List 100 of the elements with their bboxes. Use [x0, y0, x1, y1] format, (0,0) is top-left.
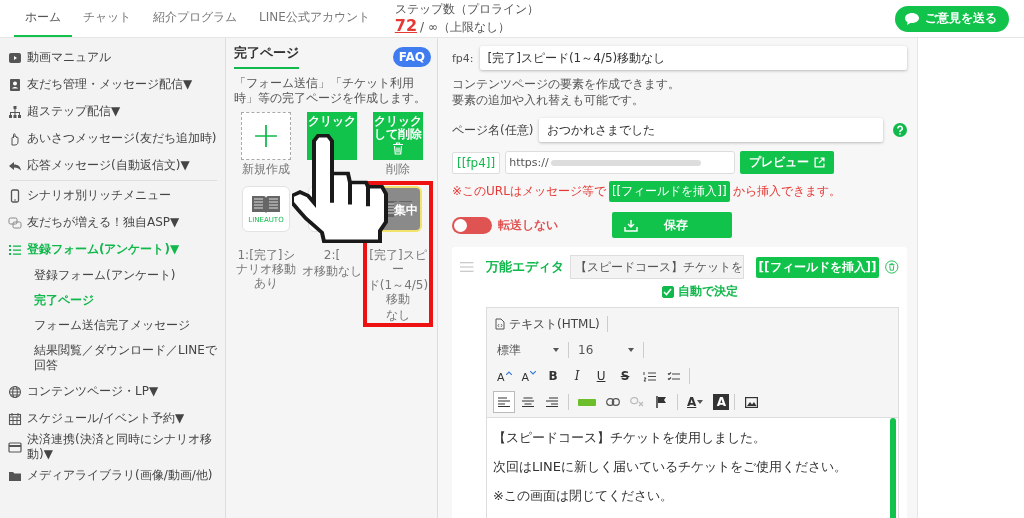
- notice-text: から挿入できます。: [732, 183, 841, 200]
- align-left-button[interactable]: [493, 391, 515, 413]
- step-count-limit: / ∞（上限なし）: [420, 18, 510, 36]
- contact-icon: [8, 77, 22, 92]
- page-name: ド(1～4/5)移動: [367, 278, 429, 306]
- hand-icon: [8, 131, 22, 146]
- external-link-icon: [814, 157, 826, 168]
- step-count-value: 72: [394, 15, 418, 36]
- sidebar-item[interactable]: 決済連携(決済と同時にシナリオ移動)▼: [8, 432, 225, 462]
- trash-icon[interactable]: [885, 259, 899, 275]
- nav-tab[interactable]: 紹介プログラム: [142, 0, 248, 37]
- sidebar-item[interactable]: コンテンツページ・LP▼: [8, 378, 225, 405]
- field-label: ページ名(任意): [452, 121, 534, 139]
- align-right-icon: [546, 397, 558, 407]
- tree-icon: [8, 104, 22, 119]
- content-paragraph: 【スピードコース】チケットを使用しました。: [493, 429, 767, 447]
- bold-button[interactable]: B: [542, 365, 565, 387]
- download-icon: [624, 218, 638, 232]
- url-field[interactable]: https://: [505, 151, 736, 174]
- page-name: なし: [385, 308, 411, 322]
- sidebar-item[interactable]: 友だち管理・メッセージ配信▼: [8, 71, 225, 98]
- step-count-label: ステップ数（プロライン）: [394, 1, 539, 16]
- caret-icon: [697, 400, 704, 404]
- calendar-icon: [8, 411, 22, 426]
- font-grow-button[interactable]: A: [493, 365, 516, 387]
- field-label: fp4:: [452, 51, 474, 65]
- flag-icon: [655, 396, 667, 408]
- strikethrough-button[interactable]: S: [614, 365, 637, 387]
- nav-tab[interactable]: チャット: [72, 0, 142, 37]
- help-icon[interactable]: [893, 123, 907, 137]
- caret-down-icon: [530, 371, 537, 375]
- numbered-list-icon: [642, 370, 656, 382]
- new-page-button[interactable]: [241, 112, 291, 160]
- italic-button[interactable]: I: [566, 365, 589, 387]
- field-tag: [[フィールドを挿入]]: [608, 181, 730, 202]
- page-name: オ移動なし: [301, 264, 363, 278]
- description-text: 要素の追加や入れ替えも可能です。: [452, 92, 645, 108]
- sidebar-item[interactable]: あいさつメッセージ(友だち追加時): [8, 125, 225, 152]
- faq-button[interactable]: FAQ: [392, 46, 431, 67]
- caret-icon: [628, 348, 634, 352]
- globe-icon: [8, 384, 22, 399]
- trash-icon: [392, 142, 404, 155]
- auto-checkbox[interactable]: [661, 285, 674, 298]
- page-title-field[interactable]: [完了]スピード(1～4/5)移動なし: [479, 46, 907, 70]
- content-paragraph: 次回はLINEに新しく届いているチケットをご使用ください。: [493, 458, 848, 476]
- description-text: コンテンツページの要素を作成できます。: [452, 76, 681, 92]
- book-icon: [251, 194, 281, 214]
- phone-icon: [8, 188, 22, 203]
- toggle-label: 転送しない: [498, 216, 558, 234]
- forward-toggle[interactable]: [452, 216, 492, 234]
- notice-text: ※このURLはメッセージ等で: [452, 183, 606, 200]
- checkbox-label: 自動で決定: [677, 283, 738, 300]
- sidebar-item[interactable]: 動画マニュアル: [8, 44, 225, 71]
- image-icon: [744, 396, 758, 408]
- style-dropdown[interactable]: 標準: [493, 341, 563, 359]
- background-color-button[interactable]: A: [713, 394, 730, 410]
- page-name: [完了]スピー: [368, 248, 428, 276]
- content-paragraph: ※この画面は閉じてください。: [493, 487, 674, 505]
- page-name-field[interactable]: おつかれさまでした: [539, 118, 883, 142]
- sidebar-item[interactable]: シナリオ別リッチメニュー: [8, 182, 225, 209]
- sidebar-item[interactable]: スケジュール/イベント予約▼: [8, 405, 225, 432]
- video-icon: [8, 50, 22, 65]
- font-shrink-button[interactable]: A: [517, 365, 541, 387]
- caret-icon: [553, 348, 559, 352]
- checklist-icon: [666, 370, 680, 382]
- code-file-icon: [495, 318, 505, 330]
- sidebar-subitem[interactable]: フォーム送信完了メッセージ: [8, 313, 225, 338]
- block-select[interactable]: 【スピードコース】チケットを: [569, 255, 744, 279]
- editing-label: 集中: [394, 202, 418, 219]
- caret-up-icon: [505, 371, 512, 375]
- sidebar-subitem[interactable]: 登録フォーム(アンケート): [8, 263, 225, 288]
- drag-handle-icon[interactable]: [460, 261, 474, 273]
- html-mode-button[interactable]: テキスト(HTML): [493, 315, 602, 333]
- sidebar-item[interactable]: メディアライブラリ(画像/動画/他): [8, 462, 225, 489]
- unlink-icon: [630, 397, 644, 407]
- chat-icon: [8, 215, 22, 230]
- panel-description: 「フォーム送信」「チケット利用時」等の完了ページを作成します。: [234, 76, 427, 106]
- underline-button[interactable]: U: [590, 365, 613, 387]
- align-left-icon: [498, 397, 510, 407]
- nav-tab[interactable]: LINE公式アカウント: [248, 0, 381, 37]
- tile-caption: 削除: [386, 162, 410, 176]
- link-icon: [606, 398, 620, 406]
- sidebar-item[interactable]: 応答メッセージ(自動返信文)▼: [8, 152, 225, 179]
- sidebar-subitem[interactable]: 結果閲覧／ダウンロード／LINEで回答: [8, 338, 225, 378]
- page-name: 1:[完了]シナリオ移動あり: [235, 248, 297, 290]
- sidebar-item[interactable]: 超ステップ配信▼: [8, 98, 225, 125]
- panel-title: 完了ページ: [234, 44, 299, 69]
- speech-bubble-icon: [904, 11, 920, 26]
- plus-icon: [254, 124, 278, 148]
- list-icon: [8, 242, 22, 257]
- align-center-icon: [522, 397, 534, 407]
- card-icon: [8, 440, 22, 454]
- page-name: 2:[: [322, 248, 342, 262]
- marker-icon: [578, 398, 596, 406]
- block-title: 万能エディタ: [485, 258, 564, 276]
- tile-caption: 新規作成: [242, 162, 290, 176]
- text-color-button[interactable]: A: [683, 391, 708, 413]
- font-size-dropdown[interactable]: 16: [574, 343, 638, 357]
- field-tag: [[fp4]]: [452, 151, 501, 174]
- sidebar-item[interactable]: 友だちが増える！独自ASP▼: [8, 209, 225, 236]
